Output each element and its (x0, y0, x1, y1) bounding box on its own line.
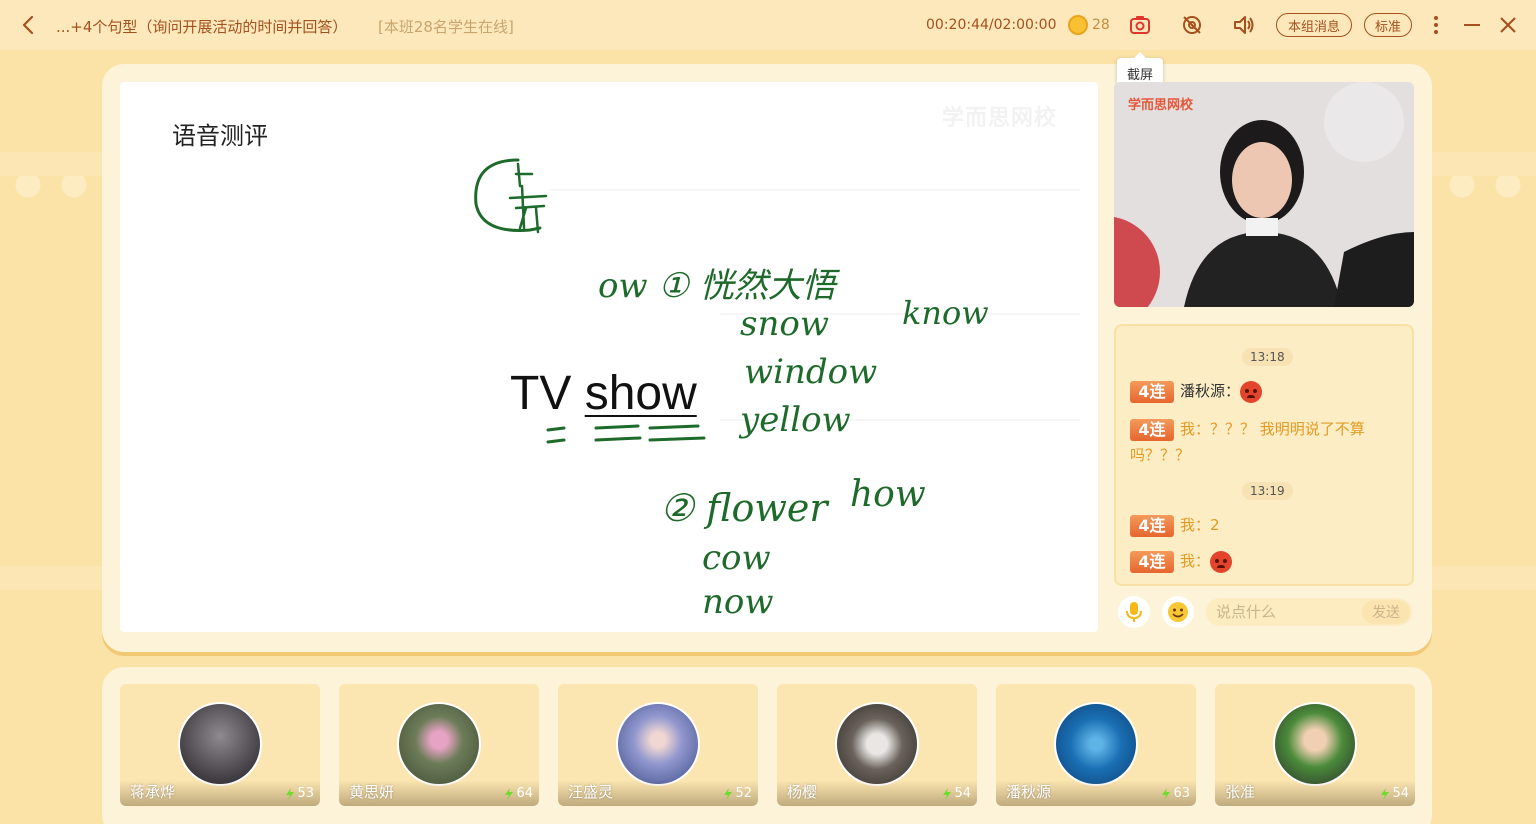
microphone-button[interactable] (1118, 596, 1150, 628)
hw-now: now (702, 582, 774, 622)
student-card[interactable]: 杨樱 54 (777, 684, 977, 806)
streak-badge: 4连 (1130, 514, 1174, 537)
student-name: 蒋承烨 (130, 783, 176, 801)
hw-snow: snow (740, 304, 829, 344)
back-arrow-icon[interactable] (18, 14, 40, 36)
word-tv-show: TV show (510, 366, 697, 421)
chat-message: 4连 我：2 (1130, 512, 1406, 538)
student-card[interactable]: 蒋承烨 53 (120, 684, 320, 806)
energy-value: 53 (297, 786, 314, 801)
title-bar: ...+4个句型（询问开展活动的时间并回答） [本班28名学生在线] 00:20… (0, 0, 1536, 50)
energy-bolt-icon (1162, 787, 1171, 800)
student-name: 杨樱 (787, 783, 818, 801)
minimize-icon[interactable] (1460, 13, 1484, 37)
hw-window: window (744, 352, 878, 392)
chat-message: 4连 我：？？？ 我明明说了不算吗？？？ (1130, 416, 1406, 468)
video-quality-button[interactable]: 标准 (1364, 13, 1412, 37)
student-avatar (835, 702, 919, 786)
word-show: show (584, 367, 697, 420)
energy-value: 63 (1173, 786, 1190, 801)
hide-video-icon[interactable] (1180, 13, 1204, 37)
word-tv: TV (510, 367, 572, 420)
student-name: 潘秋源 (1006, 783, 1052, 801)
chat-timestamp: 13:18 (1242, 348, 1293, 366)
student-name: 黄思妍 (349, 783, 395, 801)
student-card[interactable]: 汪盛灵 52 (558, 684, 758, 806)
student-avatar (397, 702, 481, 786)
hw-yellow: yellow (740, 400, 851, 440)
angry-face-icon (1210, 550, 1233, 573)
energy-value: 64 (516, 786, 533, 801)
hw-flower-group: ② flower (660, 486, 828, 530)
student-card[interactable]: 张准 54 (1215, 684, 1415, 806)
smile-icon (1168, 602, 1188, 622)
student-card[interactable]: 黄思妍 64 (339, 684, 539, 806)
energy-counter: 63 (1161, 786, 1190, 801)
student-card[interactable]: 潘秋源 63 (996, 684, 1196, 806)
chat-sender: 潘秋源： (1180, 382, 1241, 400)
class-timer: 00:20:44/02:00:00 (926, 17, 1057, 33)
chat-timestamp: 13:19 (1242, 482, 1293, 500)
hw-know: know (902, 294, 989, 332)
more-options-icon[interactable] (1424, 13, 1448, 37)
chat-sender: 我： (1180, 516, 1211, 534)
coin-icon (1068, 15, 1088, 35)
online-count: [本班28名学生在线] (378, 18, 514, 36)
close-icon[interactable] (1496, 13, 1520, 37)
send-button[interactable]: 发送 (1362, 600, 1410, 624)
hw-how: how (850, 474, 926, 515)
energy-value: 52 (735, 786, 752, 801)
coin-count: 28 (1092, 17, 1110, 33)
volume-icon[interactable] (1232, 13, 1256, 37)
emoji-button[interactable] (1162, 596, 1194, 628)
group-messages-button[interactable]: 本组消息 (1276, 13, 1352, 37)
energy-counter: 52 (723, 786, 752, 801)
chat-message: 4连 潘秋源： (1130, 378, 1406, 404)
coin-counter: 28 (1068, 15, 1110, 35)
energy-counter: 64 (504, 786, 533, 801)
hw-cow: cow (702, 538, 771, 578)
chat-panel[interactable]: 13:18 4连 潘秋源： 4连 我：？？？ 我明明说了不算吗？？？ 13:19 4… (1114, 324, 1414, 586)
angry-face-icon (1240, 380, 1263, 403)
energy-bolt-icon (286, 787, 295, 800)
streak-badge: 4连 (1130, 550, 1174, 573)
whiteboard-drawing (474, 158, 1080, 444)
student-avatar (178, 702, 262, 786)
whiteboard[interactable]: 语音测评 学而思网校 TV show ow ① 恍然大悟 snow know w… (120, 82, 1098, 632)
chat-message: 4连 我： (1130, 548, 1406, 574)
energy-bolt-icon (1381, 787, 1390, 800)
student-name: 张准 (1225, 783, 1256, 801)
chat-text: 2 (1210, 516, 1220, 534)
screenshot-camera-icon[interactable] (1128, 13, 1152, 37)
energy-value: 54 (954, 786, 971, 801)
energy-counter: 54 (942, 786, 971, 801)
energy-counter: 53 (285, 786, 314, 801)
lesson-title: ...+4个句型（询问开展活动的时间并回答） (56, 18, 348, 36)
student-avatar (616, 702, 700, 786)
energy-counter: 54 (1380, 786, 1409, 801)
teacher-image (1114, 82, 1414, 307)
student-name: 汪盛灵 (568, 783, 614, 801)
chat-sender: 我： (1180, 420, 1211, 438)
chat-sender: 我： (1180, 552, 1211, 570)
energy-bolt-icon (724, 787, 733, 800)
energy-value: 54 (1392, 786, 1409, 801)
hw-ow-group: ow ① 恍然大悟 (598, 266, 836, 306)
student-avatar (1273, 702, 1357, 786)
energy-bolt-icon (943, 787, 952, 800)
teacher-video[interactable]: 学而思网校 (1114, 82, 1414, 307)
streak-badge: 4连 (1130, 380, 1174, 403)
student-avatar (1054, 702, 1138, 786)
streak-badge: 4连 (1130, 418, 1174, 441)
microphone-icon (1126, 602, 1142, 622)
school-logo: 学而思网校 (1128, 98, 1194, 113)
energy-bolt-icon (505, 787, 514, 800)
